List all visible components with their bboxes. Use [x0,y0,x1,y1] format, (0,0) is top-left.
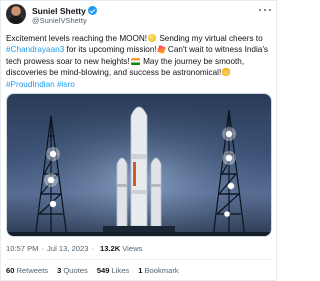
rocket-launchpad-image [7,94,271,236]
retweets-count: 60 [6,266,15,275]
tweet-media-image[interactable] [6,93,272,237]
divider [6,259,271,260]
hashtag-chandrayaan3-link[interactable]: #Chandrayaan3 [6,45,64,54]
tweet-card[interactable]: Suniel Shetty @SunielVShetty Excitement … [0,0,277,281]
party-popper-emoji-icon [156,45,166,55]
author-name-line: Suniel Shetty [32,5,97,16]
retweets-stat[interactable]: 60 Retweets [6,266,48,275]
likes-stat[interactable]: 549 Likes [97,266,129,275]
likes-count: 549 [96,266,110,275]
tweet-text-part: for its upcoming mission! [64,45,157,55]
separator-dot: · [41,244,45,253]
bookmarks-count: 1 [138,266,143,275]
india-flag-emoji-icon [130,57,140,65]
bookmarks-stat[interactable]: 1 Bookmark [138,266,178,275]
hashtag-isro-link[interactable]: #isro [57,80,75,89]
author-handle[interactable]: @SunielVShetty [32,16,87,25]
tweet-meta: 10:57 PM · Jul 13, 2023 · 13.2K Views [6,243,142,254]
tweet-header: Suniel Shetty @SunielVShetty [6,4,271,28]
quotes-count: 3 [57,266,62,275]
quotes-label: Quotes [63,266,88,275]
views-label: Views [122,244,143,253]
bookmarks-label: Bookmark [144,266,179,275]
tweet-date[interactable]: Jul 13, 2023 [47,244,88,253]
hashtag-proudindian-link[interactable]: #ProudIndian [6,80,55,89]
views-count: 13.2K [99,244,121,253]
tweet-text-part: Excitement levels reaching the MOON! [6,34,148,43]
author-avatar[interactable] [6,4,26,24]
more-options-icon[interactable] [259,7,271,13]
raising-hands-emoji-icon [222,68,231,77]
tweet-text: Excitement levels reaching the MOON! Sen… [6,33,272,90]
likes-label: Likes [111,266,130,275]
retweets-label: Retweets [16,266,49,275]
tweet-time[interactable]: 10:57 PM [6,244,39,253]
verified-badge-icon [87,6,97,15]
tweet-text-part: Sending my virtual cheers to [157,34,263,43]
quotes-stat[interactable]: 3 Quotes [57,266,88,275]
separator-dot: · [91,244,94,253]
moon-emoji-icon [148,34,157,42]
author-display-name[interactable]: Suniel Shetty [32,6,86,16]
tweet-stats: 60 Retweets 3 Quotes 549 Likes 1 Bookmark [6,265,188,276]
